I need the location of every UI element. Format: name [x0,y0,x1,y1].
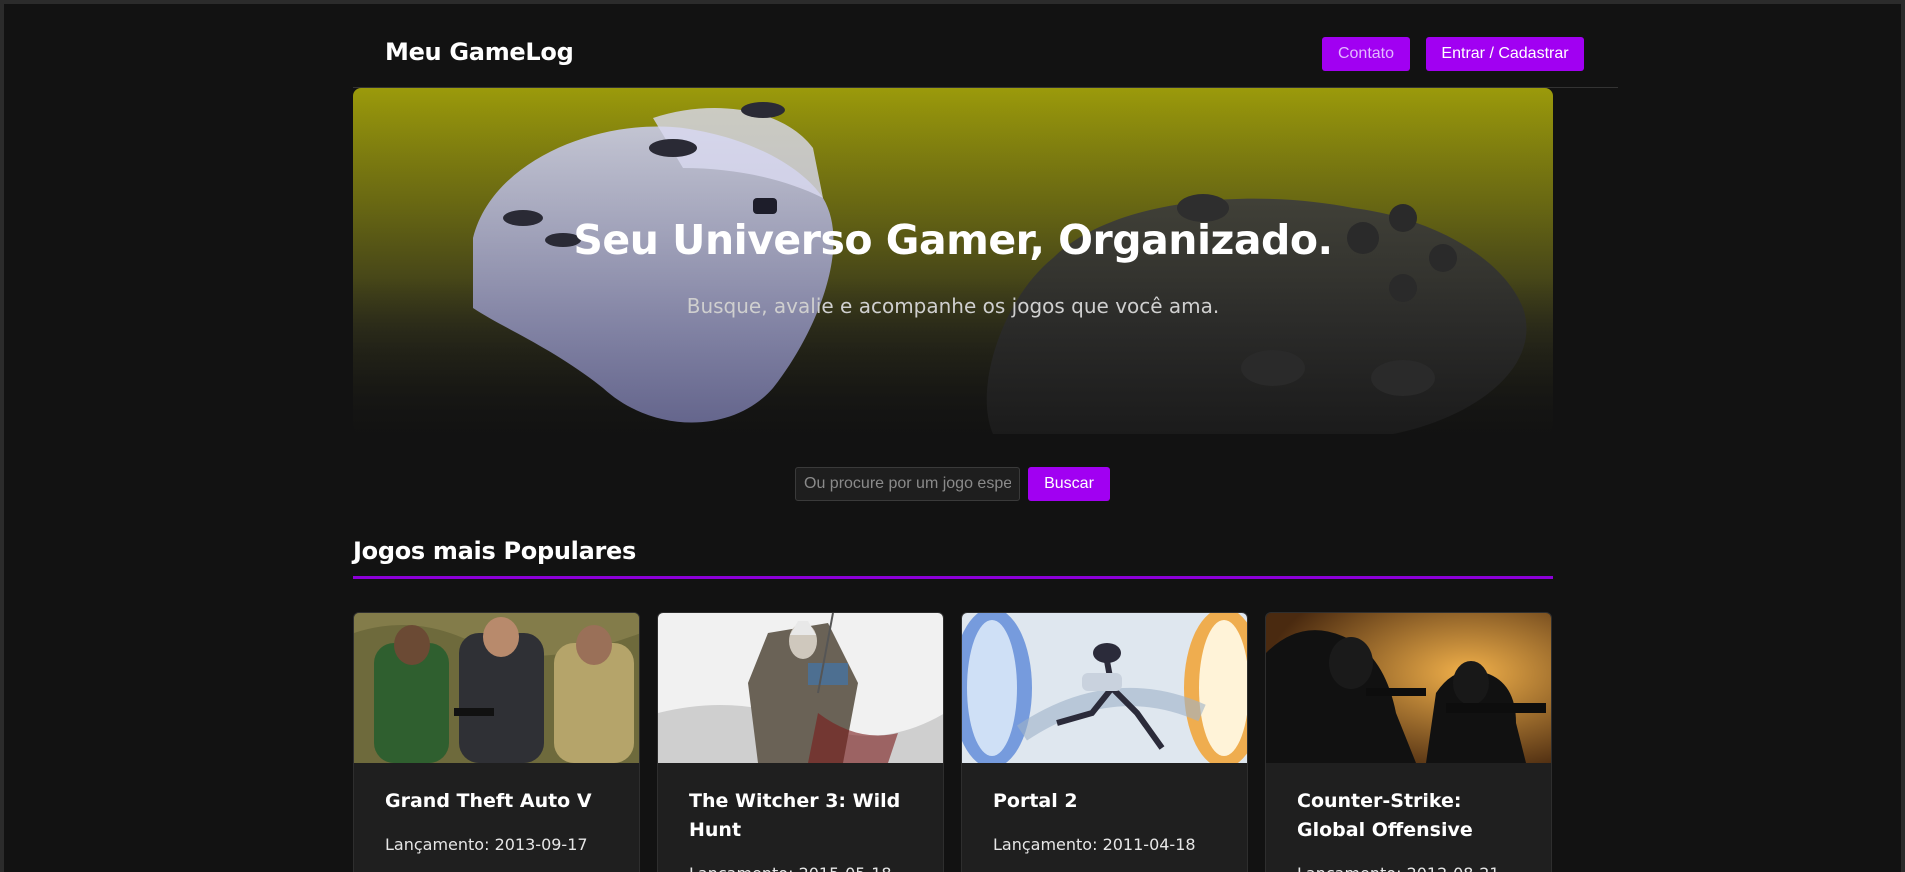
game-cover-image [962,613,1247,763]
game-cover-image [1266,613,1551,763]
contact-button[interactable]: Contato [1322,37,1410,71]
search-input[interactable] [795,467,1020,501]
site-logo[interactable]: Meu GameLog [385,38,574,66]
game-release-date: Lançamento: 2011-04-18 [993,835,1196,854]
game-release-date: Lançamento: 2015-05-18 [689,864,892,872]
game-cover-image [354,613,639,763]
hero-subtitle: Busque, avalie e acompanhe os jogos que … [686,294,1220,318]
game-release-date: Lançamento: 2013-09-17 [385,835,588,854]
game-title: The Witcher 3: Wild Hunt [689,790,901,841]
login-register-button[interactable]: Entrar / Cadastrar [1426,37,1584,71]
game-title: Counter-Strike: Global Offensive [1297,790,1473,841]
site-header: Meu GameLog Contato Entrar / Cadastrar [353,0,1618,88]
section-divider [353,576,1553,579]
game-release-date: Lançamento: 2012-08-21 [1297,864,1500,872]
game-title: Portal 2 [993,790,1078,812]
popular-games-heading: Jogos mais Populares [353,537,636,565]
game-title: Grand Theft Auto V [385,790,592,812]
game-card[interactable]: Grand Theft Auto V Lançamento: 2013-09-1… [353,612,640,872]
search-button[interactable]: Buscar [1028,467,1110,501]
hero-title: Seu Universo Gamer, Organizado. [573,216,1333,264]
game-card[interactable]: The Witcher 3: Wild Hunt Lançamento: 201… [657,612,944,872]
game-card[interactable]: Counter-Strike: Global Offensive Lançame… [1265,612,1552,872]
game-cover-image [658,613,943,763]
hero-banner: Seu Universo Gamer, Organizado. Busque, … [353,88,1553,434]
game-card[interactable]: Portal 2 Lançamento: 2011-04-18 [961,612,1248,872]
